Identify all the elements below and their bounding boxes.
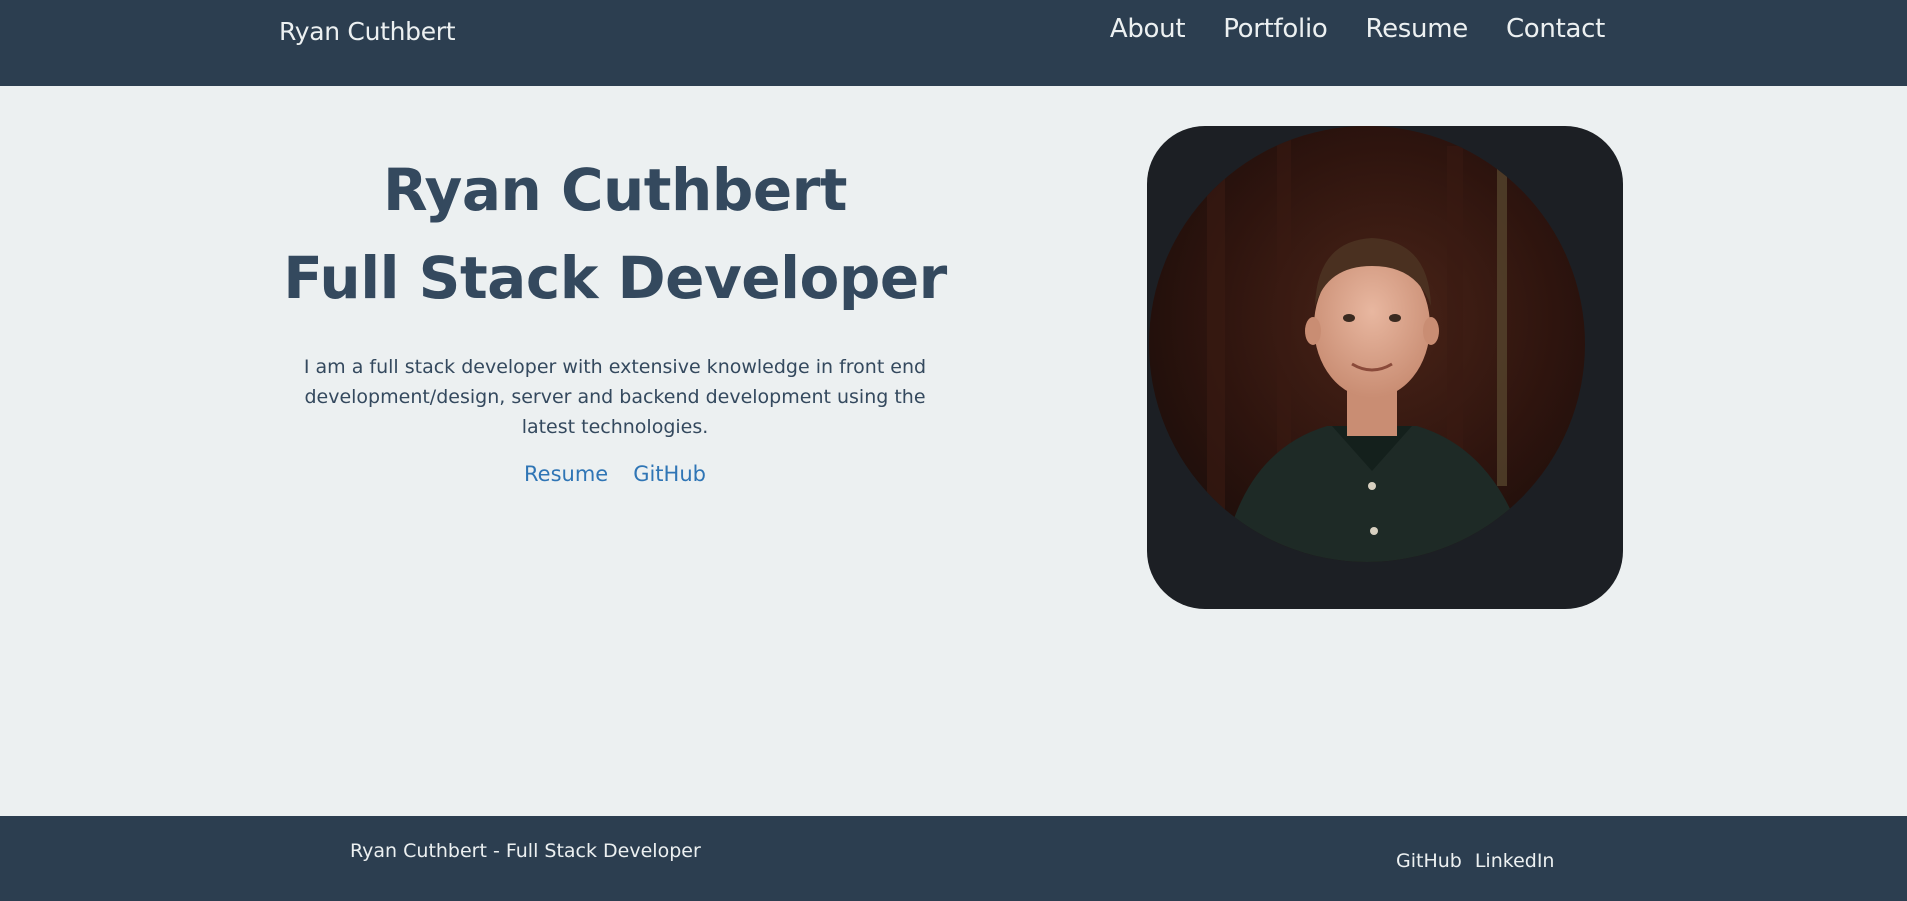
profile-photo (1147, 126, 1623, 609)
nav-link-contact[interactable]: Contact (1506, 14, 1605, 44)
hero-name: Ryan Cuthbert (382, 156, 848, 224)
hero-resume-link[interactable]: Resume (524, 462, 608, 486)
hero-github-link[interactable]: GitHub (633, 462, 706, 486)
navbar-brand[interactable]: Ryan Cuthbert (279, 17, 456, 46)
hero-role: Full Stack Developer (283, 244, 947, 312)
profile-photo-illustration (1149, 126, 1585, 562)
nav-link-about[interactable]: About (1110, 14, 1186, 44)
hero-links: Resume GitHub (265, 462, 965, 486)
footer-text: Ryan Cuthbert - Full Stack Developer (350, 840, 701, 862)
navbar: Ryan Cuthbert About Portfolio Resume Con… (0, 0, 1907, 86)
hero-section: Ryan Cuthbert Full Stack Developer I am … (0, 86, 1907, 816)
nav-link-resume[interactable]: Resume (1365, 14, 1468, 44)
nav-link-portfolio[interactable]: Portfolio (1223, 14, 1328, 44)
hero-description: I am a full stack developer with extensi… (303, 356, 927, 438)
hero-text: Ryan Cuthbert Full Stack Developer I am … (265, 146, 965, 486)
footer-github-link[interactable]: GitHub (1396, 850, 1462, 872)
footer: Ryan Cuthbert - Full Stack Developer Git… (0, 816, 1907, 901)
footer-links: GitHub LinkedIn (1396, 850, 1554, 872)
footer-linkedin-link[interactable]: LinkedIn (1475, 850, 1555, 872)
nav-links: About Portfolio Resume Contact (1072, 14, 1605, 44)
